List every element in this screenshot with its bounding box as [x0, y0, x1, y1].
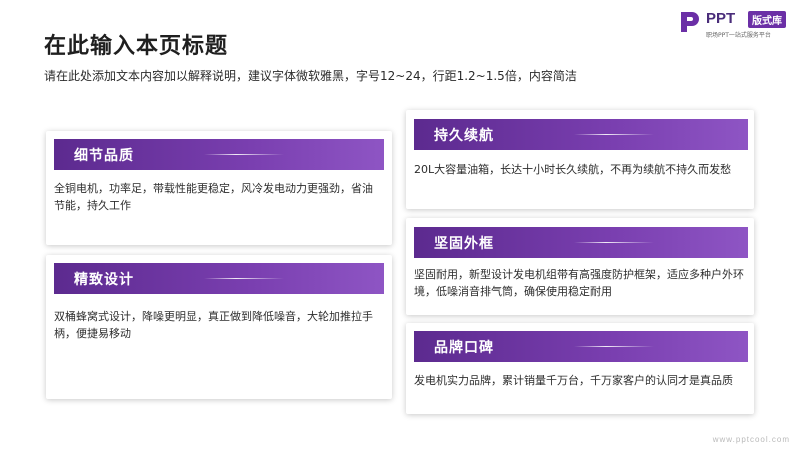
card-header-band: 品牌口碑 — [414, 331, 748, 362]
logo-tagline: 职场PPT一站式服务平台 — [706, 32, 771, 39]
card-title-divider — [204, 278, 284, 279]
card-header-band: 持久续航 — [414, 119, 748, 150]
card-header-band: 坚固外框 — [414, 227, 748, 258]
card-title: 精致设计 — [74, 272, 134, 288]
card-description: 坚固耐用，新型设计发电机组带有高强度防护框架，适应多种户外环境，低噪消音排气筒，… — [414, 268, 744, 298]
card-title-divider — [574, 346, 654, 347]
card-title: 持久续航 — [434, 128, 494, 144]
ppt-logo-icon — [681, 12, 699, 32]
card-description: 发电机实力品牌，累计销量千万台，千万家客户的认同才是真品质 — [414, 374, 733, 387]
card-title: 品牌口碑 — [434, 340, 494, 356]
card-header-band: 细节品质 — [54, 139, 384, 170]
feature-card-endurance: 持久续航 20L大容量油箱，长达十小时长久续航，不再为续航不持久而发愁 — [406, 110, 754, 209]
feature-card-sturdy-frame: 坚固外框 坚固耐用，新型设计发电机组带有高强度防护框架，适应多种户外环境，低噪消… — [406, 218, 754, 315]
footer-watermark: www.pptcool.com — [712, 435, 790, 444]
card-title-divider — [204, 154, 284, 155]
feature-card-fine-design: 精致设计 双桶蜂窝式设计，降噪更明显，真正做到降低噪音，大轮加推拉手柄，便捷易移… — [46, 255, 392, 399]
brand-logo[interactable]: PPT 版式库 职场PPT一站式服务平台 — [678, 8, 794, 42]
card-title-divider — [574, 242, 654, 243]
card-title: 细节品质 — [74, 148, 134, 164]
page-subtitle: 请在此处添加文本内容加以解释说明，建议字体微软雅黑，字号12~24，行距1.2~… — [44, 69, 577, 83]
card-title-divider — [574, 134, 654, 135]
card-description: 20L大容量油箱，长达十小时长久续航，不再为续航不持久而发愁 — [414, 163, 732, 176]
feature-card-brand-reputation: 品牌口碑 发电机实力品牌，累计销量千万台，千万家客户的认同才是真品质 — [406, 323, 754, 414]
card-description: 全铜电机，功率足，带载性能更稳定，风冷发电动力更强劲，省油节能，持久工作 — [54, 182, 373, 212]
logo-wordmark: PPT — [706, 10, 736, 27]
page-title: 在此输入本页标题 — [44, 34, 229, 59]
feature-card-detail-quality: 细节品质 全铜电机，功率足，带载性能更稳定，风冷发电动力更强劲，省油节能，持久工… — [46, 131, 392, 245]
logo-badge: 版式库 — [748, 11, 786, 28]
card-title: 坚固外框 — [434, 236, 494, 252]
card-header-band: 精致设计 — [54, 263, 384, 294]
card-description: 双桶蜂窝式设计，降噪更明显，真正做到降低噪音，大轮加推拉手柄，便捷易移动 — [54, 310, 373, 340]
